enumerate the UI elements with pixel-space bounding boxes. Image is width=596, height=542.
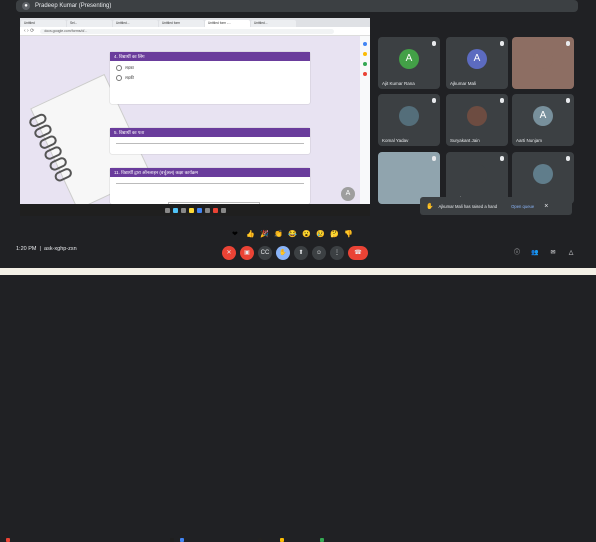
reaction-emoji[interactable]: 👏: [274, 230, 283, 238]
question-title: 11. विद्यार्थी द्वारा ऑनलाइन (वर्चुअल) क…: [110, 168, 310, 177]
host-taskbar: [0, 268, 596, 542]
presenting-banner: ● Pradeep Kumar (Presenting): [16, 0, 578, 12]
toast-text: Ajkumar Mali has raised a hand: [438, 203, 498, 209]
taskbar-app-icon[interactable]: [170, 538, 174, 542]
address-bar: ‹ › ⟳ docs.google.com/forms/d/...: [20, 27, 370, 36]
open-queue-button[interactable]: Open queue: [511, 204, 534, 209]
back-icon: ‹ › ⟳: [24, 28, 35, 34]
reaction-emoji[interactable]: 👍: [246, 230, 255, 238]
participant-avatar: [399, 164, 419, 184]
meeting-info: 1:20 PM | ask-xghp-zsn: [16, 246, 77, 252]
raise-hand-button[interactable]: ✋: [276, 246, 290, 260]
close-icon[interactable]: ×: [544, 203, 548, 210]
people-icon[interactable]: 👥: [528, 246, 542, 260]
mic-muted-icon: [432, 41, 436, 46]
browser-tab: Untitled...: [113, 20, 158, 27]
question-title: 4. विद्यार्थी का लिंग: [110, 52, 310, 61]
reaction-emoji[interactable]: 😮: [302, 230, 311, 238]
form-question-card: 5. विद्यार्थी का पता: [110, 128, 310, 154]
browser-tab: Untitled form: [159, 20, 204, 27]
mic-muted-icon: [500, 98, 504, 103]
mic-muted-icon: [566, 41, 570, 46]
participant-avatar: [467, 106, 487, 126]
url-field: docs.google.com/forms/d/...: [40, 28, 335, 34]
browser-sidebar: [360, 36, 370, 204]
answer-line: [116, 183, 304, 184]
captions-button[interactable]: CC: [258, 246, 272, 260]
form-question-card: 4. विद्यार्थी का लिंग लड़का लड़की: [110, 52, 310, 104]
hand-icon: ✋: [426, 203, 434, 210]
participant-avatar: A: [467, 49, 487, 69]
participant-avatar: [467, 164, 487, 184]
mic-muted-icon: [432, 98, 436, 103]
windows-taskbar: [20, 204, 370, 216]
reaction-emoji[interactable]: 🎉: [260, 230, 269, 238]
participant-tile[interactable]: A Ajkumar Mali: [446, 37, 508, 89]
participant-name: Ajit Kumar Rana: [382, 81, 415, 86]
participant-name: Aarti Nunjam: [516, 138, 543, 143]
form-question-card: 11. विद्यार्थी द्वारा ऑनलाइन (वर्चुअल) क…: [110, 168, 310, 204]
more-options-button[interactable]: ⋮: [330, 246, 344, 260]
present-button[interactable]: ⬆: [294, 246, 308, 260]
reaction-emoji[interactable]: 🤔: [330, 230, 339, 238]
participant-name: Komal Yadav: [382, 138, 409, 143]
radio-option: लड़का: [116, 65, 304, 71]
reaction-emoji[interactable]: 👎: [344, 230, 353, 238]
participant-avatar: A: [399, 49, 419, 69]
form-page: 4. विद्यार्थी का लिंग लड़का लड़की 5. विद…: [20, 36, 370, 211]
participant-name: Ajkumar Mali: [450, 81, 477, 86]
presenter-icon: ●: [22, 2, 30, 10]
browser-tab: Untitled: [21, 20, 66, 27]
mic-muted-icon: [500, 156, 504, 161]
browser-tab-active: Untitled form -...: [205, 20, 250, 27]
answer-line: [116, 143, 304, 144]
participant-tile[interactable]: [512, 37, 574, 89]
mic-muted-icon: [566, 156, 570, 161]
participant-avatar: A: [533, 106, 553, 126]
participant-name: Suryakant Jain: [450, 138, 480, 143]
reaction-emoji[interactable]: 😢: [316, 230, 325, 238]
presenter-label: Pradeep Kumar (Presenting): [35, 3, 112, 9]
participant-avatar: [533, 49, 553, 69]
meeting-code: ask-xghp-zsn: [44, 246, 77, 252]
taskbar-app-icon[interactable]: [280, 538, 284, 542]
account-avatar: A: [341, 187, 355, 201]
taskbar-app-icon[interactable]: [258, 538, 262, 542]
taskbar-app-icon[interactable]: [320, 538, 324, 542]
reaction-emoji[interactable]: 😂: [288, 230, 297, 238]
question-title: 5. विद्यार्थी का पता: [110, 128, 310, 137]
camera-off-button[interactable]: ▣: [240, 246, 254, 260]
clock-time: 1:20 PM: [16, 246, 37, 252]
taskbar-app-icon[interactable]: [180, 538, 184, 542]
chat-icon[interactable]: ✉: [546, 246, 560, 260]
participant-tile[interactable]: Komal Yadav: [378, 94, 440, 146]
raise-hand-toast: ✋ Ajkumar Mali has raised a hand Open qu…: [420, 197, 572, 215]
mic-muted-icon: [566, 98, 570, 103]
participant-tile[interactable]: A Aarti Nunjam: [512, 94, 574, 146]
participant-avatar: [533, 164, 553, 184]
radio-icon: [116, 65, 122, 71]
leave-call-button[interactable]: ☎: [348, 246, 368, 260]
activities-icon[interactable]: △: [564, 246, 578, 260]
browser-tab-bar: Untitled Sel... Untitled... Untitled for…: [20, 18, 370, 27]
participant-avatar: [399, 106, 419, 126]
weather-icon: [6, 538, 10, 542]
shared-screen: Untitled Sel... Untitled... Untitled for…: [20, 18, 370, 216]
browser-tab: Untitled...: [251, 20, 296, 27]
mic-muted-icon: [432, 156, 436, 161]
radio-icon: [116, 75, 122, 81]
radio-option: लड़की: [116, 75, 304, 81]
participant-tile[interactable]: Suryakant Jain: [446, 94, 508, 146]
participant-tile[interactable]: A Ajit Kumar Rana: [378, 37, 440, 89]
info-icon[interactable]: ⓘ: [510, 246, 524, 260]
emoji-button[interactable]: ☺: [312, 246, 326, 260]
mic-off-button[interactable]: ✕: [222, 246, 236, 260]
reaction-emoji[interactable]: ❤: [232, 230, 238, 238]
browser-tab: Sel...: [67, 20, 112, 27]
mic-muted-icon: [500, 41, 504, 46]
